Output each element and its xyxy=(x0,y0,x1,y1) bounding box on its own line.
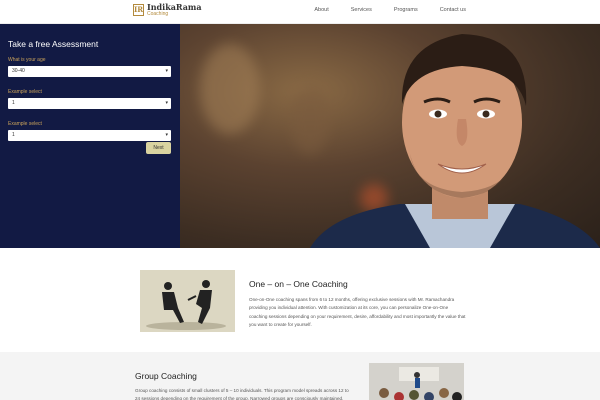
logo-subtitle: Coaching xyxy=(147,11,169,17)
example-select-label: Example select xyxy=(8,89,42,95)
age-label: What is your age xyxy=(8,57,46,63)
site-header: IR IndikaRama Coaching About Services Pr… xyxy=(0,0,600,24)
one-on-one-description: One-on-One coaching spans from 6 to 12 m… xyxy=(249,297,466,328)
logo-mark-icon: IR xyxy=(133,4,144,16)
logo[interactable]: IR IndikaRama Coaching xyxy=(133,3,202,17)
example-select[interactable]: 1 ▾ xyxy=(8,98,171,109)
group-coaching-image xyxy=(369,363,464,400)
logo-text: IndikaRama Coaching xyxy=(147,3,202,17)
age-select-value: 30-40 xyxy=(12,68,25,74)
chevron-down-icon: ▾ xyxy=(165,100,168,106)
hero-photo xyxy=(180,24,600,248)
man-portrait xyxy=(310,34,600,248)
group-coaching-title: Group Coaching xyxy=(135,371,197,381)
next-button[interactable]: Next xyxy=(146,142,171,154)
hero-section: Take a free Assessment What is your age … xyxy=(0,24,600,248)
chevron-down-icon: ▾ xyxy=(165,68,168,74)
chevron-down-icon: ▾ xyxy=(165,132,168,138)
nav-programs[interactable]: Programs xyxy=(394,7,418,13)
group-coaching-section: Group Coaching Group coaching consists o… xyxy=(0,352,600,400)
main-nav: About Services Programs Contact us xyxy=(292,7,466,13)
logo-name: IndikaRama xyxy=(147,2,202,12)
assessment-panel: Take a free Assessment What is your age … xyxy=(0,24,180,248)
assessment-title: Take a free Assessment xyxy=(8,39,99,49)
group-audience-photo xyxy=(369,363,464,400)
one-on-one-title: One – on – One Coaching xyxy=(249,279,348,289)
example-select-2-label: Example select xyxy=(8,121,42,127)
one-on-one-image xyxy=(140,270,235,332)
one-on-one-section: One – on – One Coaching One-on-One coach… xyxy=(0,248,600,352)
coaching-silhouette xyxy=(140,270,235,332)
nav-services[interactable]: Services xyxy=(351,7,372,13)
nav-contact[interactable]: Contact us xyxy=(440,7,466,13)
example-select-value: 1 xyxy=(12,100,15,106)
nav-about[interactable]: About xyxy=(314,7,328,13)
group-coaching-description: Group coaching consists of small cluster… xyxy=(135,388,349,400)
example-select-2-value: 1 xyxy=(12,132,15,138)
example-select-2[interactable]: 1 ▾ xyxy=(8,130,171,141)
age-select[interactable]: 30-40 ▾ xyxy=(8,66,171,77)
